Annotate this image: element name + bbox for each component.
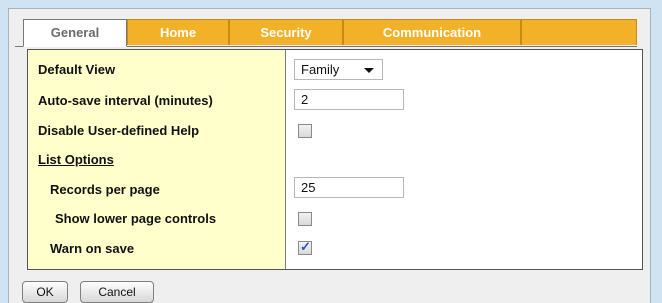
tab-security-label: Security [260,25,312,40]
tab-general[interactable]: General [23,19,127,47]
tab-bar: General Home Security Communication [15,15,637,47]
records-per-page-value: 25 [301,180,316,195]
checkmark-icon: ✓ [300,239,311,254]
lower-controls-label: Show lower page controls [55,211,217,226]
tab-general-label: General [50,25,100,40]
tab-communication[interactable]: Communication [343,19,521,45]
records-per-page-input[interactable]: 25 [294,177,404,198]
tab-security[interactable]: Security [229,19,343,45]
tab-communication-label: Communication [382,25,482,40]
autosave-label: Auto-save interval (minutes) [38,93,213,108]
tab-home[interactable]: Home [127,19,229,45]
tab-home-label: Home [159,25,197,40]
general-settings-panel: Default View Family Auto-save interval (… [27,49,643,270]
warn-on-save-label: Warn on save [50,241,135,256]
lower-controls-checkbox[interactable] [298,212,312,226]
disable-help-checkbox[interactable] [298,124,312,138]
disable-help-label: Disable User-defined Help [38,123,200,138]
autosave-interval-input[interactable]: 2 [294,89,404,110]
preferences-dialog: General Home Security Communication Defa… [8,8,651,303]
records-per-page-label: Records per page [50,182,160,197]
tab-empty-filler [521,19,637,45]
default-view-select[interactable]: Family [294,59,383,80]
warn-on-save-checkbox[interactable]: ✓ [298,239,312,255]
cancel-button[interactable]: Cancel [80,281,154,303]
list-options-link[interactable]: List Options [38,152,114,167]
ok-button[interactable]: OK [22,281,68,303]
default-view-value: Family [301,62,340,77]
autosave-interval-value: 2 [301,92,309,107]
default-view-label: Default View [38,62,116,77]
chevron-down-icon [364,68,374,73]
